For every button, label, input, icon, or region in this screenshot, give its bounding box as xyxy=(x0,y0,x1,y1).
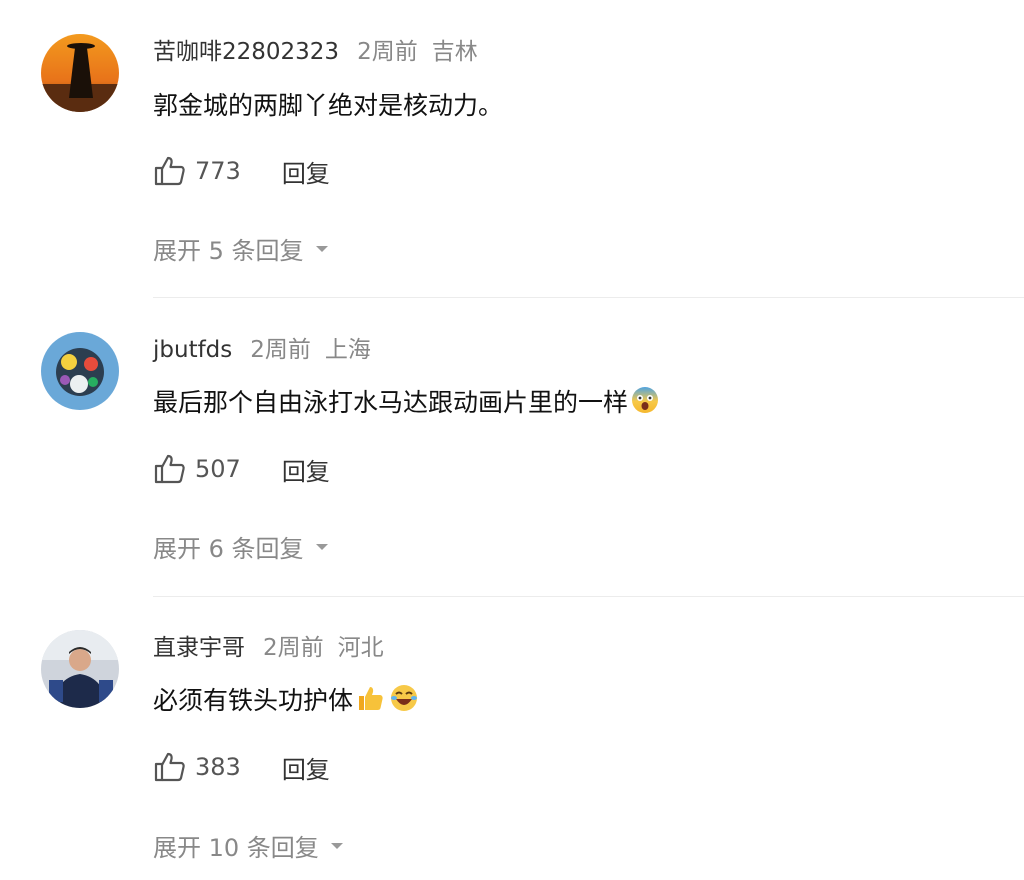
comment-actions: 383 回复 xyxy=(153,747,330,787)
timestamp: 2周前 xyxy=(250,337,311,363)
like-button[interactable]: 773 xyxy=(153,154,241,188)
avatar[interactable] xyxy=(41,332,119,410)
timestamp: 2周前 xyxy=(263,635,324,661)
divider xyxy=(153,596,1024,597)
avatar[interactable] xyxy=(41,34,119,112)
comment-meta: jbutfds 2周前 上海 xyxy=(153,334,371,366)
expand-replies-button[interactable]: 展开 5 条回复 xyxy=(153,231,328,266)
divider xyxy=(153,297,1024,298)
timestamp: 2周前 xyxy=(357,39,418,65)
location: 上海 xyxy=(324,337,371,363)
like-button[interactable]: 383 xyxy=(153,750,241,784)
comment-text-content: 必须有铁头功护体 xyxy=(153,686,354,715)
comment-text: 郭金城的两脚丫绝对是核动力。 xyxy=(153,91,504,120)
username[interactable]: jbutfds xyxy=(153,337,232,363)
location: 河北 xyxy=(337,635,384,661)
like-count: 507 xyxy=(195,455,241,483)
comment-text: 必须有铁头功护体 xyxy=(153,681,419,725)
caret-down-icon xyxy=(315,543,328,550)
expand-replies-label: 展开 10 条回复 xyxy=(153,834,319,862)
username[interactable]: 直隶宇哥 xyxy=(153,635,245,661)
reply-button[interactable]: 回复 xyxy=(282,154,330,189)
like-count: 383 xyxy=(195,753,241,781)
comment-text-content: 最后那个自由泳打水马达跟动画片里的一样 xyxy=(153,388,629,417)
reply-button[interactable]: 回复 xyxy=(282,750,330,785)
expand-replies-label: 展开 5 条回复 xyxy=(153,237,304,265)
thumbs-up-outline-icon xyxy=(153,750,187,784)
like-count: 773 xyxy=(195,157,241,185)
thumbs-up-outline-icon xyxy=(153,452,187,486)
expand-replies-label: 展开 6 条回复 xyxy=(153,535,304,563)
fearful-face-emoji xyxy=(630,385,660,427)
caret-down-icon xyxy=(315,245,328,252)
caret-down-icon xyxy=(330,842,343,849)
comment-meta: 苦咖啡22802323 2周前 吉林 xyxy=(153,36,478,68)
like-button[interactable]: 507 xyxy=(153,452,241,486)
comment-actions: 507 回复 xyxy=(153,449,330,489)
expand-replies-button[interactable]: 展开 10 条回复 xyxy=(153,828,343,863)
thumbs-up-outline-icon xyxy=(153,154,187,188)
username[interactable]: 苦咖啡22802323 xyxy=(153,39,339,65)
comment-text: 最后那个自由泳打水马达跟动画片里的一样 xyxy=(153,383,660,427)
comment-meta: 直隶宇哥 2周前 河北 xyxy=(153,632,384,664)
expand-replies-button[interactable]: 展开 6 条回复 xyxy=(153,529,328,564)
reply-button[interactable]: 回复 xyxy=(282,452,330,487)
location: 吉林 xyxy=(431,39,478,65)
comment-actions: 773 回复 xyxy=(153,151,330,191)
laughing-face-emoji xyxy=(389,683,419,725)
thumbs-up-emoji xyxy=(355,683,385,725)
avatar[interactable] xyxy=(41,630,119,708)
